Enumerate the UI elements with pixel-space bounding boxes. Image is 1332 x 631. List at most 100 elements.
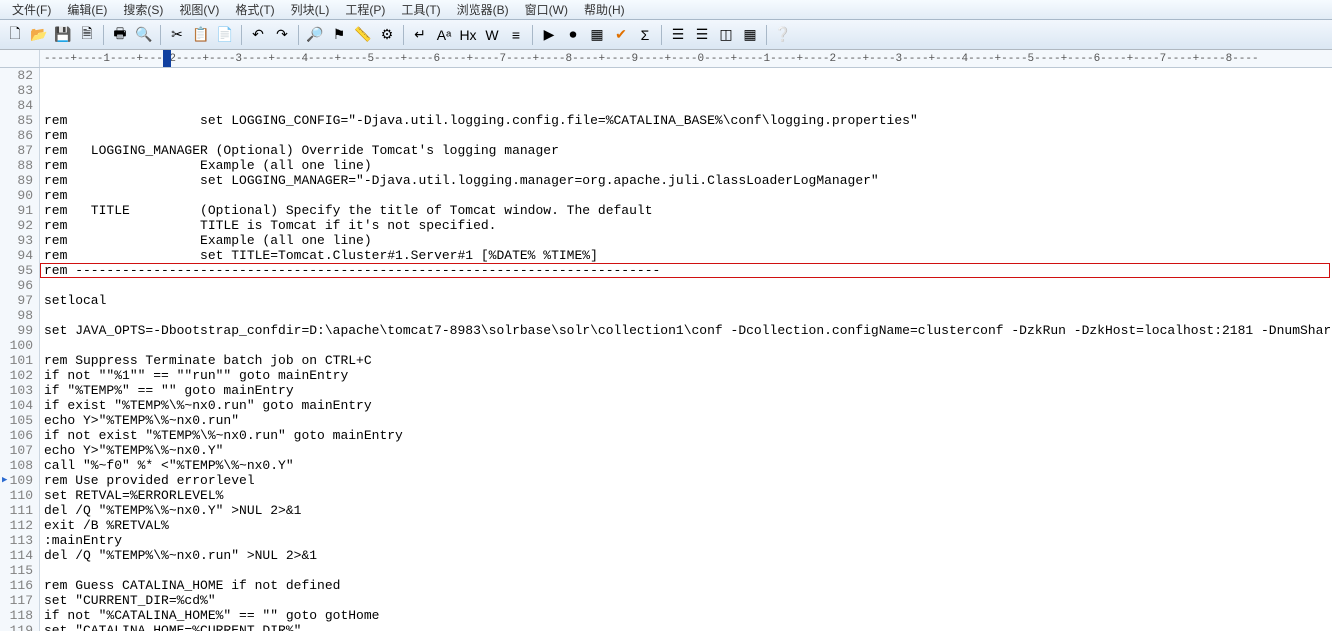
line-number: 102 xyxy=(0,368,33,383)
redo-icon[interactable]: ↷ xyxy=(271,24,293,46)
menu-tools[interactable]: 工具(T) xyxy=(393,1,448,18)
config-icon[interactable]: ⚙ xyxy=(376,24,398,46)
saveall-icon[interactable]: 🗎 xyxy=(76,24,98,46)
separator xyxy=(532,25,533,45)
copy-icon[interactable]: 📋 xyxy=(190,24,212,46)
list2-icon[interactable]: ☰ xyxy=(691,24,713,46)
menu-search[interactable]: 搜索(S) xyxy=(115,1,171,18)
code-line[interactable]: rem Example (all one line) xyxy=(44,158,1332,173)
line-number: 84 xyxy=(0,98,33,113)
code-area[interactable]: rem set LOGGING_CONFIG="-Djava.util.logg… xyxy=(40,68,1332,631)
save-icon[interactable]: 💾 xyxy=(52,24,74,46)
code-line[interactable]: if exist "%TEMP%\%~nx0.run" goto mainEnt… xyxy=(44,398,1332,413)
word-icon[interactable]: W xyxy=(481,24,503,46)
code-line[interactable]: echo Y>"%TEMP%\%~nx0.Y" xyxy=(44,443,1332,458)
menu-help[interactable]: 帮助(H) xyxy=(576,1,633,18)
menu-file[interactable]: 文件(F) xyxy=(4,1,59,18)
code-line[interactable]: del /Q "%TEMP%\%~nx0.run" >NUL 2>&1 xyxy=(44,548,1332,563)
code-line[interactable]: rem xyxy=(44,188,1332,203)
line-number: 89 xyxy=(0,173,33,188)
code-line[interactable]: rem set LOGGING_MANAGER="-Djava.util.log… xyxy=(44,173,1332,188)
code-line[interactable]: rem Guess CATALINA_HOME if not defined xyxy=(44,578,1332,593)
code-line[interactable]: rem ------------------------------------… xyxy=(44,263,1332,278)
separator xyxy=(160,25,161,45)
line-number: 94 xyxy=(0,248,33,263)
check-icon[interactable]: ✔ xyxy=(610,24,632,46)
bookmark-icon[interactable]: ⚑ xyxy=(328,24,350,46)
code-line[interactable]: rem Example (all one line) xyxy=(44,233,1332,248)
code-line[interactable]: set RETVAL=%ERRORLEVEL% xyxy=(44,488,1332,503)
new-icon[interactable]: 🗋 xyxy=(4,24,26,46)
code-line[interactable]: rem xyxy=(44,128,1332,143)
separator xyxy=(403,25,404,45)
line-number: 87 xyxy=(0,143,33,158)
help-icon[interactable]: ❔ xyxy=(772,24,794,46)
code-line[interactable]: setlocal xyxy=(44,293,1332,308)
code-line[interactable]: rem set TITLE=Tomcat.Cluster#1.Server#1 … xyxy=(44,248,1332,263)
wrap-icon[interactable]: ↵ xyxy=(409,24,431,46)
line-number: 95 xyxy=(0,263,33,278)
line-number: 110 xyxy=(0,488,33,503)
code-line[interactable]: if not "%CATALINA_HOME%" == "" goto gotH… xyxy=(44,608,1332,623)
outline-icon[interactable]: ≡ xyxy=(505,24,527,46)
editor[interactable]: 8283848586878889909192939495969798991001… xyxy=(0,68,1332,631)
find-icon[interactable]: 🔎 xyxy=(304,24,326,46)
paste-icon[interactable]: 📄 xyxy=(214,24,236,46)
code-line[interactable] xyxy=(44,563,1332,578)
print-icon[interactable]: 🖶 xyxy=(109,24,131,46)
ruler: ----+----1----+----2----+----3----+----4… xyxy=(0,50,1332,68)
record-icon[interactable]: ⏺ xyxy=(562,24,584,46)
line-number: 100 xyxy=(0,338,33,353)
code-line[interactable]: if "%TEMP%" == "" goto mainEntry xyxy=(44,383,1332,398)
menu-format[interactable]: 格式(T) xyxy=(227,1,282,18)
menu-window[interactable]: 窗口(W) xyxy=(517,1,576,18)
code-line[interactable]: rem Use provided errorlevel xyxy=(44,473,1332,488)
open-icon[interactable]: 📂 xyxy=(28,24,50,46)
code-line[interactable]: set "CATALINA_HOME=%CURRENT_DIR%" xyxy=(44,623,1332,631)
list1-icon[interactable]: ☰ xyxy=(667,24,689,46)
code-line[interactable] xyxy=(44,338,1332,353)
code-line[interactable] xyxy=(44,308,1332,323)
menu-column[interactable]: 列块(L) xyxy=(283,1,338,18)
menu-edit[interactable]: 编辑(E) xyxy=(59,1,115,18)
code-line[interactable]: if not exist "%TEMP%\%~nx0.run" goto mai… xyxy=(44,428,1332,443)
menu-browser[interactable]: 浏览器(B) xyxy=(449,1,517,18)
hex-icon[interactable]: Hx xyxy=(457,24,479,46)
separator xyxy=(103,25,104,45)
line-number: 106 xyxy=(0,428,33,443)
code-line[interactable]: set JAVA_OPTS=-Dbootstrap_confdir=D:\apa… xyxy=(44,323,1332,338)
font-icon[interactable]: Aᵃ xyxy=(433,24,455,46)
code-line[interactable]: rem LOGGING_MANAGER (Optional) Override … xyxy=(44,143,1332,158)
code-line[interactable]: del /Q "%TEMP%\%~nx0.Y" >NUL 2>&1 xyxy=(44,503,1332,518)
grid-icon[interactable]: ▦ xyxy=(739,24,761,46)
undo-icon[interactable]: ↶ xyxy=(247,24,269,46)
preview-icon[interactable]: 🔍 xyxy=(133,24,155,46)
code-line[interactable]: rem set LOGGING_CONFIG="-Djava.util.logg… xyxy=(44,113,1332,128)
line-number: 99 xyxy=(0,323,33,338)
code-line[interactable]: set "CURRENT_DIR=%cd%" xyxy=(44,593,1332,608)
ruler-gutter xyxy=(0,50,40,67)
line-number: 86 xyxy=(0,128,33,143)
code-line[interactable]: if not ""%1"" == ""run"" goto mainEntry xyxy=(44,368,1332,383)
line-number: 112 xyxy=(0,518,33,533)
code-line[interactable]: exit /B %RETVAL% xyxy=(44,518,1332,533)
cut-icon[interactable]: ✂ xyxy=(166,24,188,46)
run-icon[interactable]: ▶ xyxy=(538,24,560,46)
code-line[interactable]: call "%~f0" %* <"%TEMP%\%~nx0.Y" xyxy=(44,458,1332,473)
code-line[interactable]: rem TITLE is Tomcat if it's not specifie… xyxy=(44,218,1332,233)
menu-view[interactable]: 视图(V) xyxy=(171,1,227,18)
block-icon[interactable]: ▦ xyxy=(586,24,608,46)
line-number: 90 xyxy=(0,188,33,203)
code-line[interactable] xyxy=(44,278,1332,293)
code-line[interactable]: rem Suppress Terminate batch job on CTRL… xyxy=(44,353,1332,368)
menu-project[interactable]: 工程(P) xyxy=(337,1,393,18)
line-number: 93 xyxy=(0,233,33,248)
code-line[interactable]: rem TITLE (Optional) Specify the title o… xyxy=(44,203,1332,218)
sum-icon[interactable]: Σ xyxy=(634,24,656,46)
code-line[interactable]: :mainEntry xyxy=(44,533,1332,548)
chart-icon[interactable]: ◫ xyxy=(715,24,737,46)
separator xyxy=(661,25,662,45)
line-number: 116 xyxy=(0,578,33,593)
code-line[interactable]: echo Y>"%TEMP%\%~nx0.run" xyxy=(44,413,1332,428)
ruler-icon[interactable]: 📏 xyxy=(352,24,374,46)
